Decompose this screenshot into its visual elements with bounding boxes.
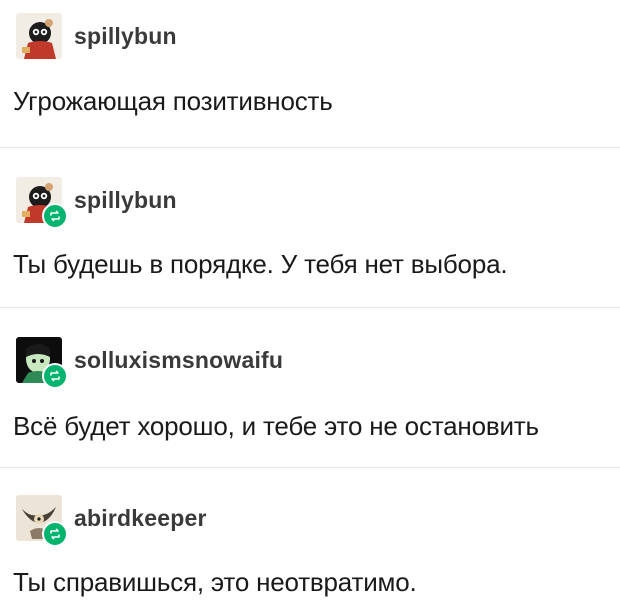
post-header: solluxismsnowaifu <box>16 337 283 389</box>
reblog-icon <box>50 210 60 222</box>
post-text: Ты справишься, это неотвратимо. <box>13 567 417 597</box>
reblog-badge <box>42 521 68 547</box>
post-header: abirdkeeper <box>16 495 207 547</box>
post-divider <box>0 307 620 308</box>
username[interactable]: abirdkeeper <box>74 505 207 532</box>
avatar[interactable] <box>16 177 68 229</box>
reblog-icon <box>50 370 60 382</box>
username[interactable]: spillybun <box>74 187 177 214</box>
avatar[interactable] <box>16 13 62 59</box>
post-divider <box>0 467 620 468</box>
reblog-badge <box>42 203 68 229</box>
avatar[interactable] <box>16 337 68 389</box>
post-header: spillybun <box>16 13 177 59</box>
reblog-icon <box>50 528 60 540</box>
post-text: Угрожающая позитивность <box>13 86 333 116</box>
cartoon-character-avatar-icon <box>16 13 62 59</box>
post-header: spillybun <box>16 177 177 229</box>
post-text: Всё будет хорошо, и тебе это не останови… <box>13 411 539 441</box>
avatar[interactable] <box>16 495 68 547</box>
post-divider <box>0 147 620 148</box>
username[interactable]: spillybun <box>74 23 177 50</box>
username[interactable]: solluxismsnowaifu <box>74 347 283 374</box>
reblog-badge <box>42 363 68 389</box>
post-text: Ты будешь в порядке. У тебя нет выбора. <box>13 249 508 279</box>
